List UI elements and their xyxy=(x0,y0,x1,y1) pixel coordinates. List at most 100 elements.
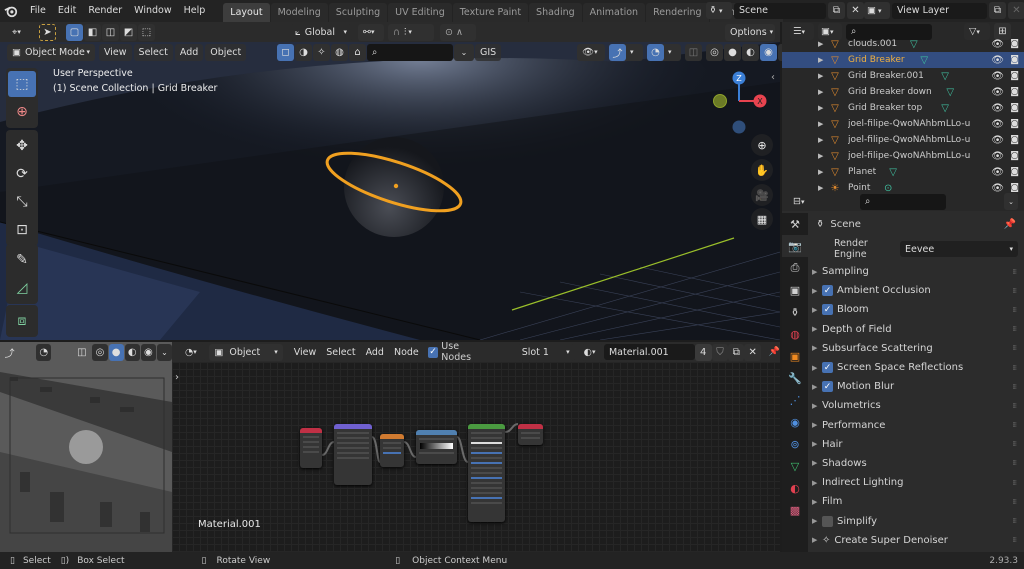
viewport-menu-object[interactable]: Object xyxy=(205,43,247,61)
options-dropdown[interactable]: Options ▾ xyxy=(725,23,775,41)
tab-output[interactable]: ⎙ xyxy=(782,257,808,279)
unlink-material-button[interactable]: ✕ xyxy=(744,343,761,361)
outliner-item[interactable]: ▶ ▽ Grid Breaker ▽ 👁 ◙ xyxy=(782,52,1024,68)
select-mode-intersect[interactable]: ⬚ xyxy=(138,23,155,41)
transform-orientation-dropdown[interactable]: ⟀ Global ▾ xyxy=(290,23,352,41)
editor-type-dropdown[interactable]: ⊟ ▾ xyxy=(790,193,814,210)
menu-window[interactable]: Window xyxy=(128,0,177,22)
pin-icon[interactable]: 📌 xyxy=(1004,219,1016,230)
tab-layout[interactable]: Layout xyxy=(223,3,270,22)
drag-handle-icon[interactable]: ⁞⁞⁞ xyxy=(1012,268,1017,276)
tab-physics[interactable]: ◉ xyxy=(782,411,808,433)
gis-menu[interactable]: GIS xyxy=(475,43,502,61)
navigation-gizmo[interactable]: Z X xyxy=(700,66,780,136)
panel-volumetrics[interactable]: ▶ Volumetrics ⁞⁞⁞ xyxy=(782,396,1024,415)
select-mode-extend[interactable]: ◧ xyxy=(84,23,101,41)
view-layer-name-field[interactable]: View Layer xyxy=(892,2,987,19)
panel-shadows[interactable]: ▶ Shadows ⁞⁞⁞ xyxy=(782,454,1024,473)
eye-icon[interactable]: 👁 xyxy=(991,119,1004,130)
drag-handle-icon[interactable]: ⁞⁞⁞ xyxy=(1012,498,1017,506)
panel-depth-of-field[interactable]: ▶ Depth of Field ⁞⁞⁞ xyxy=(782,320,1024,339)
filter-material-button[interactable]: ◑ xyxy=(295,43,312,61)
view-layer-selector-button[interactable]: ▣ ▾ xyxy=(864,2,890,19)
principled-bsdf-node[interactable] xyxy=(468,424,505,522)
3d-viewport[interactable]: User Perspective (1) Scene Collection | … xyxy=(0,42,780,340)
node-editor-type-dropdown[interactable]: ◔ ▾ xyxy=(180,343,206,361)
material-name-field[interactable]: Material.001 xyxy=(603,344,695,360)
tab-scene[interactable]: ⚱ xyxy=(782,301,808,323)
filter-paint-button[interactable]: ⌂ xyxy=(349,43,366,61)
outliner-item[interactable]: ▶ ▽ Grid Breaker top ▽ 👁 ◙ xyxy=(782,100,1024,116)
expand-arrow-icon[interactable]: ▶ xyxy=(818,56,828,64)
expand-arrow-icon[interactable]: ▶ xyxy=(818,168,828,176)
xray-toggle[interactable]: ◫ xyxy=(685,43,702,61)
tab-sculpting[interactable]: Sculpting xyxy=(328,3,388,22)
drag-handle-icon[interactable]: ⁞⁞⁞ xyxy=(1012,440,1017,448)
gizmo-dropdown[interactable]: ⤴ ▾ xyxy=(609,43,643,61)
tab-modifiers[interactable]: 🔧 xyxy=(782,367,808,389)
expand-arrow-icon[interactable]: ▶ xyxy=(818,120,828,128)
transform-tool[interactable]: ⊡ xyxy=(8,217,36,243)
texture-node[interactable] xyxy=(380,434,404,467)
drag-handle-icon[interactable]: ⁞⁞⁞ xyxy=(1012,287,1017,295)
panel-screen-space-reflections[interactable]: ▶ ✓ Screen Space Reflections ⁞⁞⁞ xyxy=(782,358,1024,377)
cursor-tool[interactable]: ⊕ xyxy=(8,99,36,125)
gizmo-toggle[interactable]: ⤴ xyxy=(2,344,17,361)
slot-dropdown[interactable]: Slot 1 ▾ xyxy=(516,343,575,361)
new-view-layer-button[interactable]: ⧉ xyxy=(989,2,1006,19)
select-mode-subtract[interactable]: ◫ xyxy=(102,23,119,41)
panel-film[interactable]: ▶ Film ⁞⁞⁞ xyxy=(782,492,1024,511)
shading-solid-small[interactable]: ● xyxy=(108,343,124,361)
tab-constraints[interactable]: ⊚ xyxy=(782,433,808,455)
expand-arrow-icon[interactable]: ▶ xyxy=(818,72,828,80)
outliner-item[interactable]: ▶ ▽ Grid Breaker down ▽ 👁 ◙ xyxy=(782,84,1024,100)
menu-help[interactable]: Help xyxy=(178,0,212,22)
expand-arrow-icon[interactable]: ▶ xyxy=(818,136,828,144)
eye-icon[interactable]: 👁 xyxy=(991,151,1004,162)
move-tool[interactable]: ✥ xyxy=(8,133,36,159)
panel-motion-blur[interactable]: ▶ ✓ Motion Blur ⁞⁞⁞ xyxy=(782,377,1024,396)
material-browse-dropdown[interactable]: ◐ ▾ xyxy=(580,343,604,361)
color-ramp-node[interactable] xyxy=(416,430,457,464)
drag-handle-icon[interactable]: ⁞⁞⁞ xyxy=(1012,536,1017,544)
node-menu-select[interactable]: Select xyxy=(321,343,361,361)
drag-handle-icon[interactable]: ⁞⁞⁞ xyxy=(1012,364,1017,372)
tab-animation[interactable]: Animation xyxy=(582,3,646,22)
eye-icon[interactable]: 👁 xyxy=(991,135,1004,146)
filter-all-button[interactable]: ◻ xyxy=(277,43,294,61)
overlay-dropdown[interactable]: ◔ ▾ xyxy=(647,43,681,61)
tab-data[interactable]: ▽ xyxy=(782,455,808,477)
tab-view-layer[interactable]: ▣ xyxy=(782,279,808,301)
camera-icon[interactable]: ◙ xyxy=(1010,71,1019,81)
drag-handle-icon[interactable]: ⁞⁞⁞ xyxy=(1012,325,1017,333)
tab-texture[interactable]: ▩ xyxy=(782,499,808,521)
fake-user-toggle[interactable]: ⛉ xyxy=(711,343,729,361)
viewport-menu-add[interactable]: Add xyxy=(174,43,204,61)
expand-arrow-icon[interactable]: ▶ xyxy=(818,184,828,192)
tab-shading[interactable]: Shading xyxy=(529,3,582,22)
mode-dropdown[interactable]: ▣ Object Mode ▾ xyxy=(7,43,95,61)
tab-material[interactable]: ◐ xyxy=(782,477,808,499)
select-tool-indicator[interactable]: ➤ xyxy=(39,23,56,41)
scene-selector-button[interactable]: ⚱ ▾ xyxy=(706,2,732,19)
eye-icon[interactable]: 👁 xyxy=(991,167,1004,178)
proportional-editing-dropdown[interactable]: ⊙ ∧ xyxy=(440,23,476,41)
camera-icon[interactable]: ◙ xyxy=(1010,119,1019,129)
snap-dropdown[interactable]: ∩ ⫶ ▾ xyxy=(388,23,434,41)
pivot-point-dropdown[interactable]: ⚯ ▾ xyxy=(358,23,384,41)
eye-icon[interactable]: 👁 xyxy=(991,103,1004,114)
camera-view-button[interactable]: 🎥 xyxy=(751,184,773,206)
tab-texture-paint[interactable]: Texture Paint xyxy=(452,3,529,22)
filter-world-button[interactable]: ◍ xyxy=(331,43,348,61)
panel-create-super-denoiser[interactable]: ▶ ✧ Create Super Denoiser ⁞⁞⁞ xyxy=(782,531,1024,550)
properties-options-dropdown[interactable]: ⌄ xyxy=(1004,193,1018,210)
transform-pivot-button[interactable]: ⌖ ▾ xyxy=(7,24,33,41)
annotate-tool[interactable]: ✎ xyxy=(8,247,36,273)
expand-arrow-icon[interactable]: ▶ xyxy=(818,152,828,160)
drag-handle-icon[interactable]: ⁞⁞⁞ xyxy=(1012,517,1017,525)
shading-dropdown-small[interactable]: ⌄ xyxy=(156,343,172,361)
eye-icon[interactable]: 👁 xyxy=(991,87,1004,98)
shader-type-dropdown[interactable]: ▣ Object ▾ xyxy=(209,343,283,361)
shading-solid[interactable]: ● xyxy=(724,43,741,61)
duplicate-material-button[interactable]: ⧉ xyxy=(728,343,745,361)
